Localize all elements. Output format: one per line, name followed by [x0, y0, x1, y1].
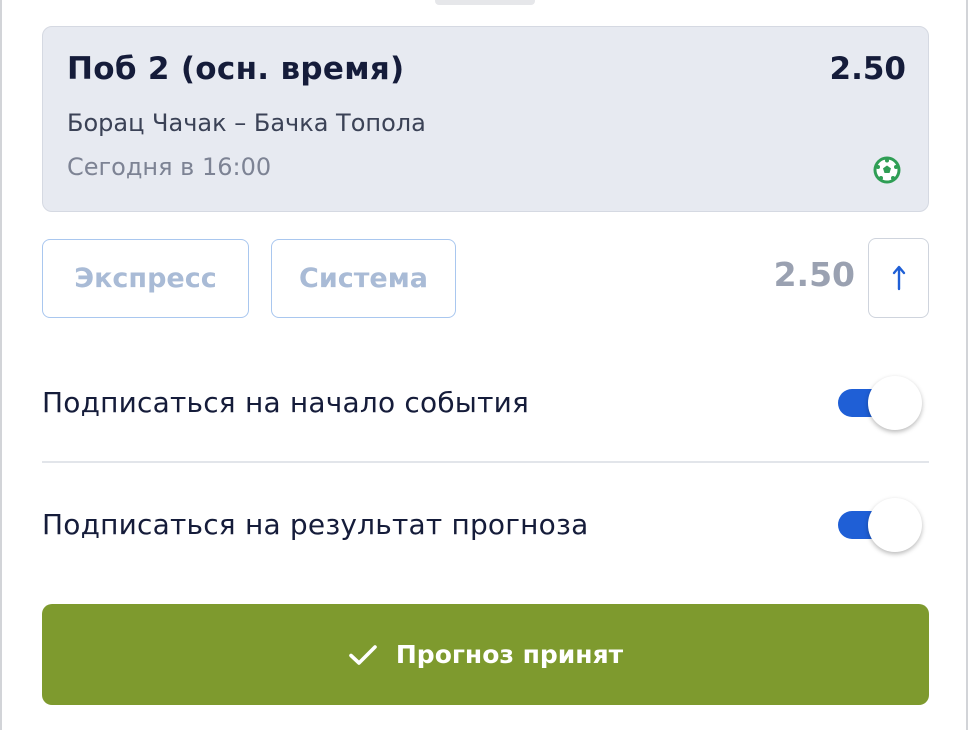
subscribe-result-label: Подписаться на результат прогноза [42, 508, 589, 541]
bet-market: Поб 2 (осн. время) [67, 51, 405, 87]
forecast-accepted-button[interactable]: Прогноз принят [42, 604, 929, 705]
check-icon [349, 644, 377, 665]
toggle-knob [868, 498, 922, 552]
bet-slip-panel: Поб 2 (осн. время) 2.50 Борац Чачак – Ба… [0, 0, 968, 730]
bet-match-name: Борац Чачак – Бачка Топола [67, 109, 426, 137]
bet-card: Поб 2 (осн. время) 2.50 Борац Чачак – Ба… [42, 26, 929, 212]
toggle-knob [868, 376, 922, 430]
confirm-label: Прогноз принят [395, 640, 624, 669]
divider [42, 461, 929, 463]
arrow-up-icon [892, 265, 905, 291]
bet-odds: 2.50 [829, 51, 907, 87]
subscribe-start-toggle[interactable] [838, 374, 922, 432]
subscribe-start-label: Подписаться на начало события [42, 386, 530, 419]
system-button[interactable]: Система [271, 239, 456, 318]
subscribe-result-toggle[interactable] [838, 496, 922, 554]
total-odds: 2.50 [773, 255, 855, 294]
soccer-ball-icon [873, 156, 901, 184]
bet-start-time: Сегодня в 16:00 [67, 153, 272, 181]
drag-handle[interactable] [435, 0, 535, 5]
raise-odds-button[interactable] [868, 238, 929, 318]
express-button[interactable]: Экспресс [42, 239, 249, 318]
